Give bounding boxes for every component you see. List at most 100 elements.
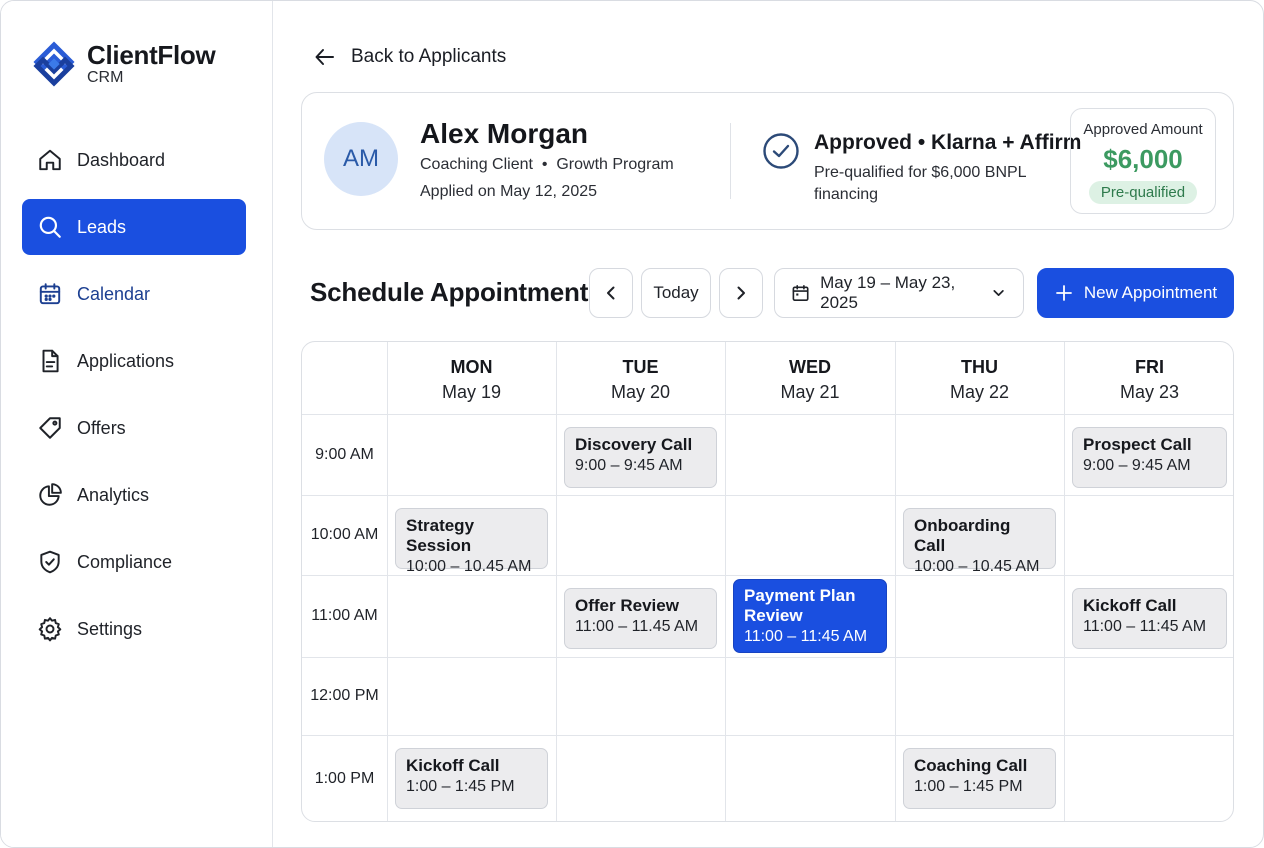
card-divider [730, 123, 731, 199]
sidebar-item-compliance[interactable]: Compliance [22, 534, 246, 590]
approved-amount-value: $6,000 [1103, 144, 1183, 174]
section-title: Schedule Appointment [310, 277, 589, 307]
next-week-button[interactable] [719, 268, 763, 318]
avatar: AM [324, 122, 398, 196]
day-header: FRI May 23 [1064, 342, 1233, 414]
plus-icon [1055, 285, 1072, 301]
back-to-applicants-link[interactable]: Back to Applicants [313, 41, 506, 73]
brand[interactable]: ClientFlow CRM [31, 40, 216, 87]
day-name: TUE [622, 357, 659, 377]
appointment-time: 1:00 – 1:45 PM [914, 778, 1023, 795]
clientflow-logo-icon [33, 41, 75, 87]
applicant-name: Alex Morgan [420, 118, 589, 149]
pie-chart-icon [39, 483, 62, 506]
appointment-time: 11:00 – 11:45 AM [744, 628, 868, 645]
date-range-label: May 19 – May 23, 2025 [820, 273, 956, 312]
sidebar-item-label: Analytics [77, 484, 150, 505]
time-slot-label: 9:00 AM [315, 445, 374, 463]
day-date: May 21 [780, 382, 840, 402]
appointment-event[interactable]: Strategy Session 10:00 – 10.45 AM [395, 508, 548, 575]
approved-amount-box: Approved Amount $6,000 Pre-qualified [1070, 108, 1216, 214]
gear-icon [38, 617, 62, 642]
appointment-time: 9:00 – 9:45 AM [1083, 457, 1191, 474]
appointment-time: 10:00 – 10.45 AM [914, 558, 1040, 575]
appointment-title: Offer Review [575, 596, 679, 615]
appointment-title: Discovery Call [575, 435, 693, 454]
week-calendar: MON May 19 TUE May 20 WED May 21 THU May 22 FRI M… [301, 341, 1234, 822]
appointment-time: 11:00 – 11:45 AM [1083, 618, 1207, 635]
sidebar-item-label: Leads [77, 216, 127, 237]
calendar-icon [39, 283, 61, 305]
appointment-time: 1:00 – 1:45 PM [406, 778, 515, 795]
approval-status-description: Pre-qualified for $6,000 BNPL financing [814, 164, 1026, 203]
appointment-event[interactable]: Payment Plan Review 11:00 – 11:45 AM [733, 579, 887, 653]
time-slot-label: 11:00 AM [311, 607, 378, 624]
brand-name: ClientFlow [87, 40, 216, 70]
sidebar: ClientFlow CRM Dashboard Leads Calendar … [1, 1, 273, 847]
sidebar-item-analytics[interactable]: Analytics [22, 467, 246, 523]
check-circle-icon [763, 133, 799, 169]
appointment-event[interactable]: Prospect Call 9:00 – 9:45 AM [1072, 427, 1227, 488]
applicant-program: Coaching Client • Growth Program [420, 156, 674, 173]
sidebar-item-label: Compliance [77, 551, 173, 572]
sidebar-item-settings[interactable]: Settings [22, 601, 246, 657]
day-name: THU [961, 357, 998, 377]
sidebar-item-offers[interactable]: Offers [22, 400, 246, 456]
sidebar-item-label: Dashboard [77, 149, 166, 170]
chevron-down-icon [993, 289, 1004, 297]
back-link-label: Back to Applicants [351, 46, 507, 67]
grid-line [302, 495, 1233, 496]
sidebar-item-label: Calendar [77, 283, 151, 304]
appointment-title: Prospect Call [1083, 435, 1192, 454]
time-slot-label: 1:00 PM [314, 770, 375, 787]
chevron-left-icon [607, 286, 615, 300]
approved-amount-label: Approved Amount [1083, 121, 1203, 138]
sidebar-item-applications[interactable]: Applications [22, 333, 246, 389]
appointment-title: Payment Plan Review [744, 586, 856, 625]
day-date: May 23 [1119, 382, 1180, 402]
day-date: May 22 [949, 382, 1010, 402]
applicant-applied-date: Applied on May 12, 2025 [420, 183, 598, 200]
appointment-event[interactable]: Kickoff Call 11:00 – 11:45 AM [1072, 588, 1227, 649]
sidebar-item-leads[interactable]: Leads [22, 199, 246, 255]
appointment-time: 10:00 – 10.45 AM [406, 558, 532, 575]
new-appointment-label: New Appointment [1083, 283, 1218, 302]
day-header: MON May 19 [387, 342, 556, 414]
previous-week-button[interactable] [589, 268, 633, 318]
appointment-event[interactable]: Onboarding Call 10:00 – 10.45 AM [903, 508, 1056, 575]
approval-status-title: Approved • Klarna + Affirm [814, 131, 1082, 154]
new-appointment-button[interactable]: New Appointment [1037, 268, 1234, 318]
sidebar-item-dashboard[interactable]: Dashboard [22, 132, 246, 188]
brand-subtitle: CRM [87, 69, 124, 86]
sidebar-item-calendar[interactable]: Calendar [22, 266, 246, 322]
grid-line [302, 414, 1233, 415]
grid-line [302, 657, 1233, 658]
sidebar-nav: Dashboard Leads Calendar Applications Of… [22, 132, 246, 668]
today-button[interactable]: Today [641, 268, 711, 318]
day-header: THU May 22 [895, 342, 1064, 414]
sidebar-item-label: Applications [77, 350, 175, 371]
day-name: FRI [1135, 357, 1164, 377]
day-header: WED May 21 [725, 342, 895, 414]
grid-line [302, 735, 1233, 736]
arrow-left-icon [315, 49, 334, 65]
document-icon [42, 349, 59, 373]
appointment-event[interactable]: Kickoff Call 1:00 – 1:45 PM [395, 748, 548, 809]
app-window: ClientFlow CRM Dashboard Leads Calendar … [0, 0, 1264, 848]
day-date: May 20 [610, 382, 671, 402]
appointment-time: 11:00 – 11.45 AM [575, 618, 699, 635]
appointment-event[interactable]: Discovery Call 9:00 – 9:45 AM [564, 427, 717, 488]
home-icon [39, 149, 61, 171]
appointment-title: Kickoff Call [406, 756, 500, 775]
status-badge: Pre-qualified [1088, 181, 1198, 204]
approval-status: Approved • Klarna + Affirm Pre-qualified… [814, 130, 1081, 206]
sidebar-item-label: Offers [77, 417, 126, 438]
appointment-event[interactable]: Offer Review 11:00 – 11.45 AM [564, 588, 717, 649]
day-header: TUE May 20 [556, 342, 725, 414]
shield-check-icon [40, 550, 60, 574]
day-date: May 19 [441, 382, 502, 402]
appointment-event[interactable]: Coaching Call 1:00 – 1:45 PM [903, 748, 1056, 809]
chevron-right-icon [737, 286, 745, 300]
calendar-icon [792, 285, 809, 301]
date-range-dropdown[interactable]: May 19 – May 23, 2025 [774, 268, 1024, 318]
